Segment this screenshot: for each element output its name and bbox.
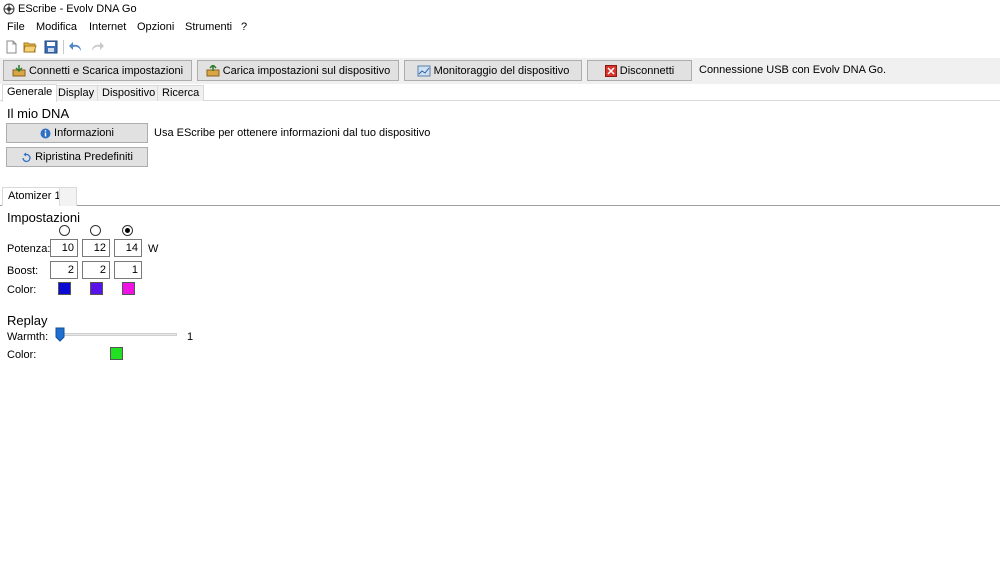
subtabs-baseline	[0, 205, 1000, 206]
info-button[interactable]: Informazioni	[6, 123, 148, 143]
menu-internet[interactable]: Internet	[89, 21, 126, 33]
toolbar	[0, 38, 1000, 56]
device-monitor-label: Monitoraggio del dispositivo	[433, 64, 570, 77]
undo-icon[interactable]	[69, 40, 83, 54]
reset-defaults-label: Ripristina Predefiniti	[35, 151, 133, 163]
tab-blank[interactable]	[59, 187, 77, 206]
menu-help[interactable]: ?	[241, 21, 247, 33]
power-unit: W	[148, 243, 159, 255]
boost-input-2[interactable]: 2	[82, 261, 110, 279]
tab-ricerca[interactable]: Ricerca	[157, 85, 205, 101]
monitor-chart-icon	[417, 65, 431, 76]
boost-label: Boost:	[7, 265, 39, 277]
info-button-label: Informazioni	[54, 127, 114, 139]
menu-bar: File Modifica Internet Opzioni Strumenti…	[0, 19, 1000, 37]
menu-opzioni[interactable]: Opzioni	[137, 21, 174, 33]
dna-heading: Il mio DNA	[7, 106, 70, 121]
tab-display[interactable]: Display	[53, 85, 100, 101]
menu-modifica[interactable]: Modifica	[36, 21, 77, 33]
info-description: Usa EScribe per ottenere informazioni da…	[154, 127, 431, 139]
disconnect-icon	[604, 64, 617, 77]
device-monitor-button[interactable]: Monitoraggio del dispositivo	[404, 60, 582, 81]
title-bar: EScribe - Evolv DNA Go	[0, 0, 1000, 18]
toolbar-separator	[63, 40, 64, 54]
replay-color-label: Color:	[7, 349, 37, 361]
connect-download-button[interactable]: Connetti e Scarica impostazioni	[3, 60, 192, 81]
profile-radio-1[interactable]	[59, 225, 70, 236]
tab-dispositivo[interactable]: Dispositivo	[97, 85, 161, 101]
color-label: Color:	[7, 284, 37, 296]
boost-input-1[interactable]: 2	[50, 261, 78, 279]
info-icon	[40, 128, 51, 138]
reset-arrow-icon	[22, 152, 31, 162]
color-swatch-3[interactable]	[122, 282, 135, 295]
upload-settings-icon	[206, 64, 220, 76]
redo-icon[interactable]	[90, 40, 104, 54]
save-icon[interactable]	[44, 40, 58, 54]
connect-download-icon	[12, 64, 26, 76]
boost-input-3[interactable]: 1	[114, 261, 142, 279]
replay-heading: Replay	[7, 313, 48, 328]
new-file-icon[interactable]	[4, 40, 18, 54]
action-bar: Connetti e Scarica impostazioni Carica i…	[0, 58, 1000, 84]
warmth-slider-thumb[interactable]	[55, 327, 65, 342]
settings-heading: Impostazioni	[7, 210, 80, 225]
menu-strumenti[interactable]: Strumenti	[185, 21, 232, 33]
color-swatch-1[interactable]	[58, 282, 71, 295]
replay-color-swatch[interactable]	[110, 347, 123, 360]
power-input-3[interactable]: 14	[114, 239, 142, 257]
open-folder-icon[interactable]	[23, 40, 37, 54]
disconnect-button[interactable]: Disconnetti	[587, 60, 692, 81]
warmth-value: 1	[187, 331, 194, 343]
profile-radio-2[interactable]	[90, 225, 101, 236]
app-logo-icon	[3, 3, 15, 15]
connect-download-label: Connetti e Scarica impostazioni	[28, 64, 184, 77]
reset-defaults-button[interactable]: Ripristina Predefiniti	[6, 147, 148, 167]
profile-radio-3[interactable]	[122, 225, 133, 236]
menu-file[interactable]: File	[7, 21, 25, 33]
warmth-label: Warmth:	[7, 331, 49, 343]
tab-atomizer-1[interactable]: Atomizer 1	[2, 187, 67, 206]
main-tabs: Generale Display Dispositivo Ricerca	[0, 84, 1000, 102]
atomizer-tabs: Atomizer 1	[0, 187, 1000, 206]
window-title: EScribe - Evolv DNA Go	[18, 3, 137, 15]
connection-status: Connessione USB con Evolv DNA Go.	[699, 64, 887, 76]
power-input-2[interactable]: 12	[82, 239, 110, 257]
tab-generale[interactable]: Generale	[2, 84, 58, 102]
power-label: Potenza:	[7, 243, 51, 255]
upload-settings-label: Carica impostazioni sul dispositivo	[222, 64, 391, 77]
power-input-1[interactable]: 10	[50, 239, 78, 257]
disconnect-label: Disconnetti	[619, 64, 675, 77]
upload-settings-button[interactable]: Carica impostazioni sul dispositivo	[197, 60, 399, 81]
color-swatch-2[interactable]	[90, 282, 103, 295]
warmth-slider-track[interactable]	[56, 333, 177, 336]
